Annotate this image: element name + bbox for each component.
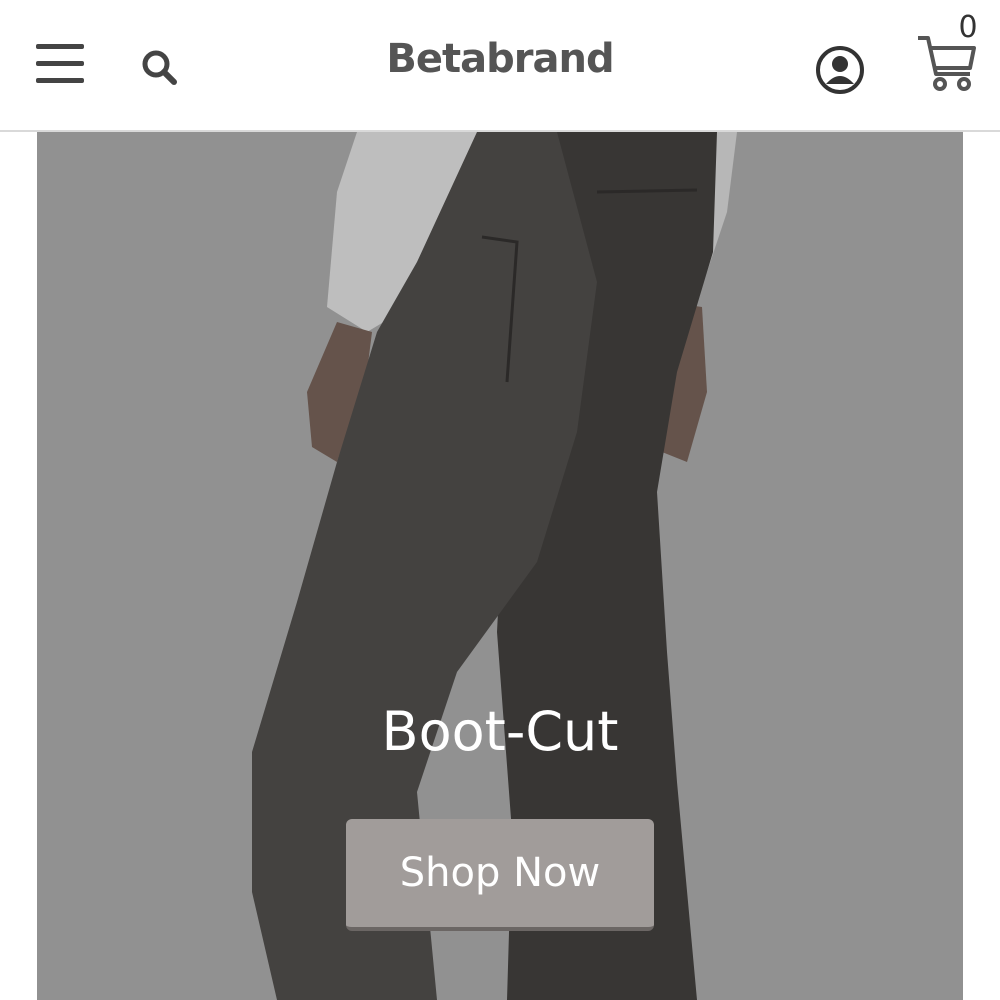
hero-title: Boot-Cut bbox=[381, 700, 619, 763]
site-header: Betabrand 0 bbox=[0, 0, 1000, 132]
search-icon[interactable] bbox=[138, 46, 182, 90]
shop-now-button[interactable]: Shop Now bbox=[346, 819, 654, 931]
hamburger-menu-icon[interactable] bbox=[36, 44, 86, 84]
cart-count-badge: 0 bbox=[958, 10, 978, 45]
user-account-icon[interactable] bbox=[814, 44, 866, 96]
site-logo[interactable]: Betabrand bbox=[380, 36, 620, 82]
